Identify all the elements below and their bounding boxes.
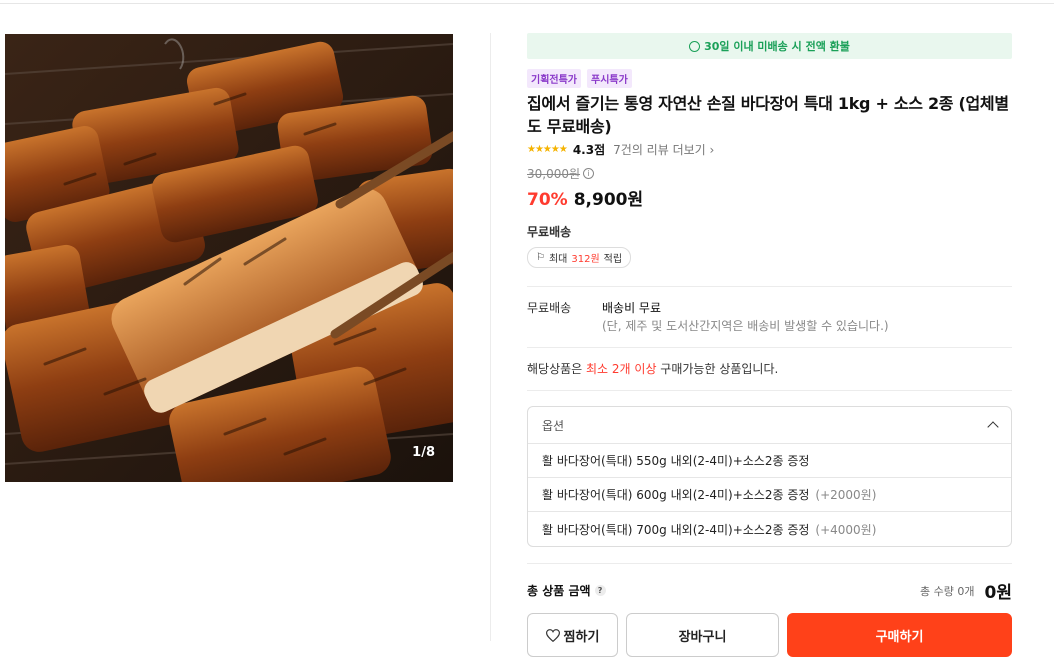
review-link[interactable]: 7건의 리뷰 더보기 › <box>613 141 714 158</box>
point-suffix: 적립 <box>603 254 623 265</box>
rating-row: ★★★★★ 4.3점 7건의 리뷰 더보기 › <box>527 141 1012 158</box>
price-row: 70% 8,900원 <box>527 185 1012 210</box>
buy-button[interactable]: 구매하기 <box>787 613 1012 657</box>
cart-button[interactable]: 장바구니 <box>626 613 779 657</box>
total-amount: 0원 <box>984 583 1012 603</box>
wish-button[interactable]: 찜하기 <box>527 613 618 657</box>
option-item[interactable]: 활 바다장어(특대) 600g 내외(2-4미)+소스2종 증정 (+2000원… <box>528 478 1011 512</box>
total-quantity: 총 수량 0개 <box>920 584 975 598</box>
shipping-title: 무료배송 <box>527 225 572 239</box>
option-extra-price: (+2000원) <box>815 488 877 502</box>
option-name: 활 바다장어(특대) 700g 내외(2-4미)+소스2종 증정 <box>542 522 810 537</box>
info-icon[interactable]: i <box>583 168 595 179</box>
promo-badges: 기획전특가 푸시특가 <box>527 69 1012 88</box>
help-icon[interactable]: ? <box>594 585 606 596</box>
notice-prefix: 해당상품은 <box>527 362 587 376</box>
total-row: 총 상품 금액 ? 총 수량 0개 0원 <box>527 563 1012 603</box>
original-price-row: 30,000원 i <box>527 165 1012 182</box>
discount-rate: 70% <box>527 190 568 210</box>
point-prefix: 최대 <box>548 254 568 265</box>
cart-label: 장바구니 <box>678 629 727 645</box>
total-label: 총 상품 금액 <box>527 584 591 598</box>
shipping-note: (단, 제주 및 도서산간지역은 배송비 발생할 수 있습니다.) <box>602 319 889 333</box>
wish-label: 찜하기 <box>563 629 600 645</box>
top-divider <box>0 3 1054 4</box>
action-buttons: 찜하기 장바구니 구매하기 <box>527 613 1012 657</box>
badge-push-sale: 푸시특가 <box>587 69 632 88</box>
option-name: 활 바다장어(특대) 600g 내외(2-4미)+소스2종 증정 <box>542 488 810 502</box>
sale-price: 8,900원 <box>573 190 644 210</box>
point-amount: 312원 <box>571 254 600 265</box>
grilled-eel-photo <box>5 34 453 482</box>
option-item[interactable]: 활 바다장어(특대) 700g 내외(2-4미)+소스2종 증정 (+4000원… <box>528 512 1011 546</box>
point-chip: ⚐ 최대 312원 적립 <box>527 247 632 268</box>
coin-icon <box>689 40 701 52</box>
min-purchase-notice: 해당상품은 최소 2개 이상 구매가능한 상품입니다. <box>527 348 1012 390</box>
divider <box>527 390 1012 391</box>
notice-highlight: 최소 2개 이상 <box>586 362 657 376</box>
product-title: 집에서 즐기는 통영 자연산 손질 바다장어 특대 1kg + 소스 2종 (업… <box>527 94 1009 136</box>
refund-banner: 30일 이내 미배송 시 전액 환불 <box>527 33 1012 59</box>
badge-planned-sale: 기획전특가 <box>527 69 581 88</box>
chevron-right-icon: › <box>709 143 715 157</box>
star-rating-icon: ★★★★★ <box>527 144 568 155</box>
buy-label: 구매하기 <box>875 629 924 645</box>
option-extra-price: (+4000원) <box>815 522 877 537</box>
option-select: 옵션 활 바다장어(특대) 550g 내외(2-4미)+소스2종 증정 활 바다… <box>527 406 1012 547</box>
shipping-info: 무료배송 배송비 무료 (단, 제주 및 도서산간지역은 배송비 발생할 수 있… <box>527 287 1012 347</box>
original-price: 30,000원 <box>527 167 581 181</box>
review-link-label: 7건의 리뷰 더보기 <box>613 143 706 157</box>
shipping-fee: 배송비 무료 <box>602 301 662 315</box>
shipping-label: 무료배송 <box>527 301 572 315</box>
option-name: 활 바다장어(특대) 550g 내외(2-4미)+소스2종 증정 <box>542 454 810 468</box>
notice-suffix: 구매가능한 상품입니다. <box>656 362 779 376</box>
option-select-header[interactable]: 옵션 <box>528 407 1011 444</box>
refund-text: 30일 이내 미배송 시 전액 환불 <box>704 40 850 53</box>
column-divider <box>490 33 491 641</box>
product-image[interactable]: 1/8 <box>5 34 453 482</box>
option-header-label: 옵션 <box>542 418 565 433</box>
heart-icon <box>545 628 560 642</box>
option-item[interactable]: 활 바다장어(특대) 550g 내외(2-4미)+소스2종 증정 <box>528 444 1011 478</box>
rating-score: 4.3점 <box>572 143 606 157</box>
chevron-up-icon <box>987 421 999 433</box>
point-icon: ⚐ <box>536 252 545 263</box>
image-pager: 1/8 <box>412 445 435 460</box>
product-info-pane: 30일 이내 미배송 시 전액 환불 기획전특가 푸시특가 집에서 즐기는 통영… <box>527 33 1012 657</box>
